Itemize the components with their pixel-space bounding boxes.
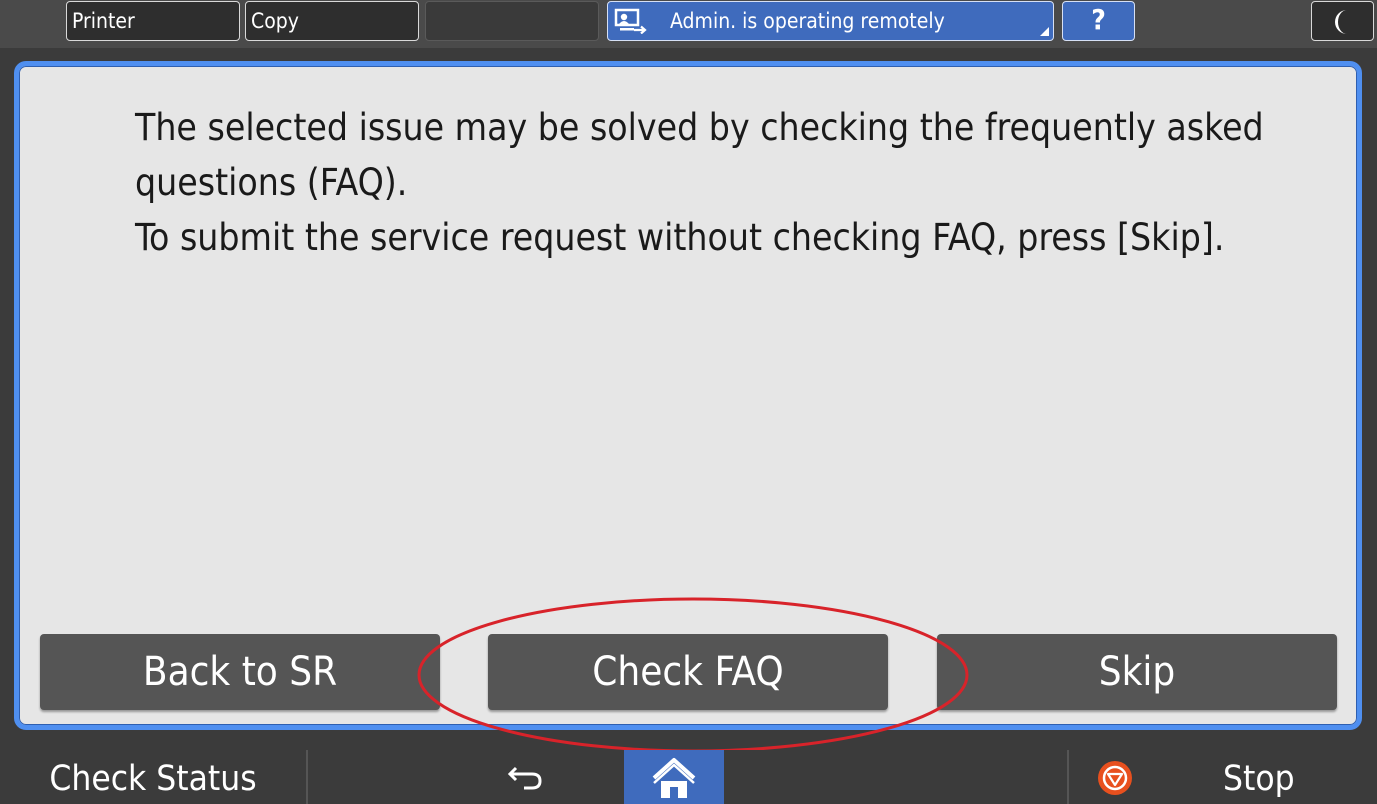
- back-button[interactable]: [490, 750, 562, 804]
- stop-label: Stop: [1223, 759, 1295, 799]
- bottom-bar: Check Status Stop: [0, 750, 1377, 804]
- home-button[interactable]: [624, 750, 724, 804]
- tab-empty-slot[interactable]: [425, 1, 599, 41]
- moon-icon: [1335, 10, 1347, 34]
- back-to-sr-button[interactable]: Back to SR: [40, 634, 440, 710]
- tab-printer[interactable]: Printer: [66, 1, 240, 41]
- stop-button[interactable]: Stop: [1067, 750, 1377, 804]
- check-faq-button[interactable]: Check FAQ: [488, 634, 888, 710]
- remote-operation-icon: [614, 8, 647, 34]
- skip-button[interactable]: Skip: [937, 634, 1337, 710]
- dialog-message: The selected issue may be solved by chec…: [135, 100, 1295, 265]
- check-status-button[interactable]: Check Status: [0, 750, 308, 804]
- help-button[interactable]: ?: [1062, 1, 1135, 41]
- home-icon: [652, 758, 696, 798]
- tab-copy[interactable]: Copy: [245, 1, 419, 41]
- faq-dialog: The selected issue may be solved by chec…: [14, 61, 1362, 730]
- remote-status-text: Admin. is operating remotely: [670, 9, 945, 33]
- screen: Printer Copy Admin. is operating remotel…: [0, 0, 1377, 804]
- message-line-1: The selected issue may be solved by chec…: [135, 106, 1264, 204]
- stop-icon: [1098, 761, 1132, 795]
- energy-saver-button[interactable]: [1311, 1, 1374, 41]
- remote-status-indicator[interactable]: Admin. is operating remotely: [607, 1, 1054, 41]
- message-line-2: To submit the service request without ch…: [135, 216, 1225, 259]
- expand-corner-icon: [1040, 27, 1049, 36]
- back-arrow-icon: [507, 766, 542, 790]
- top-bar: Printer Copy Admin. is operating remotel…: [0, 0, 1377, 48]
